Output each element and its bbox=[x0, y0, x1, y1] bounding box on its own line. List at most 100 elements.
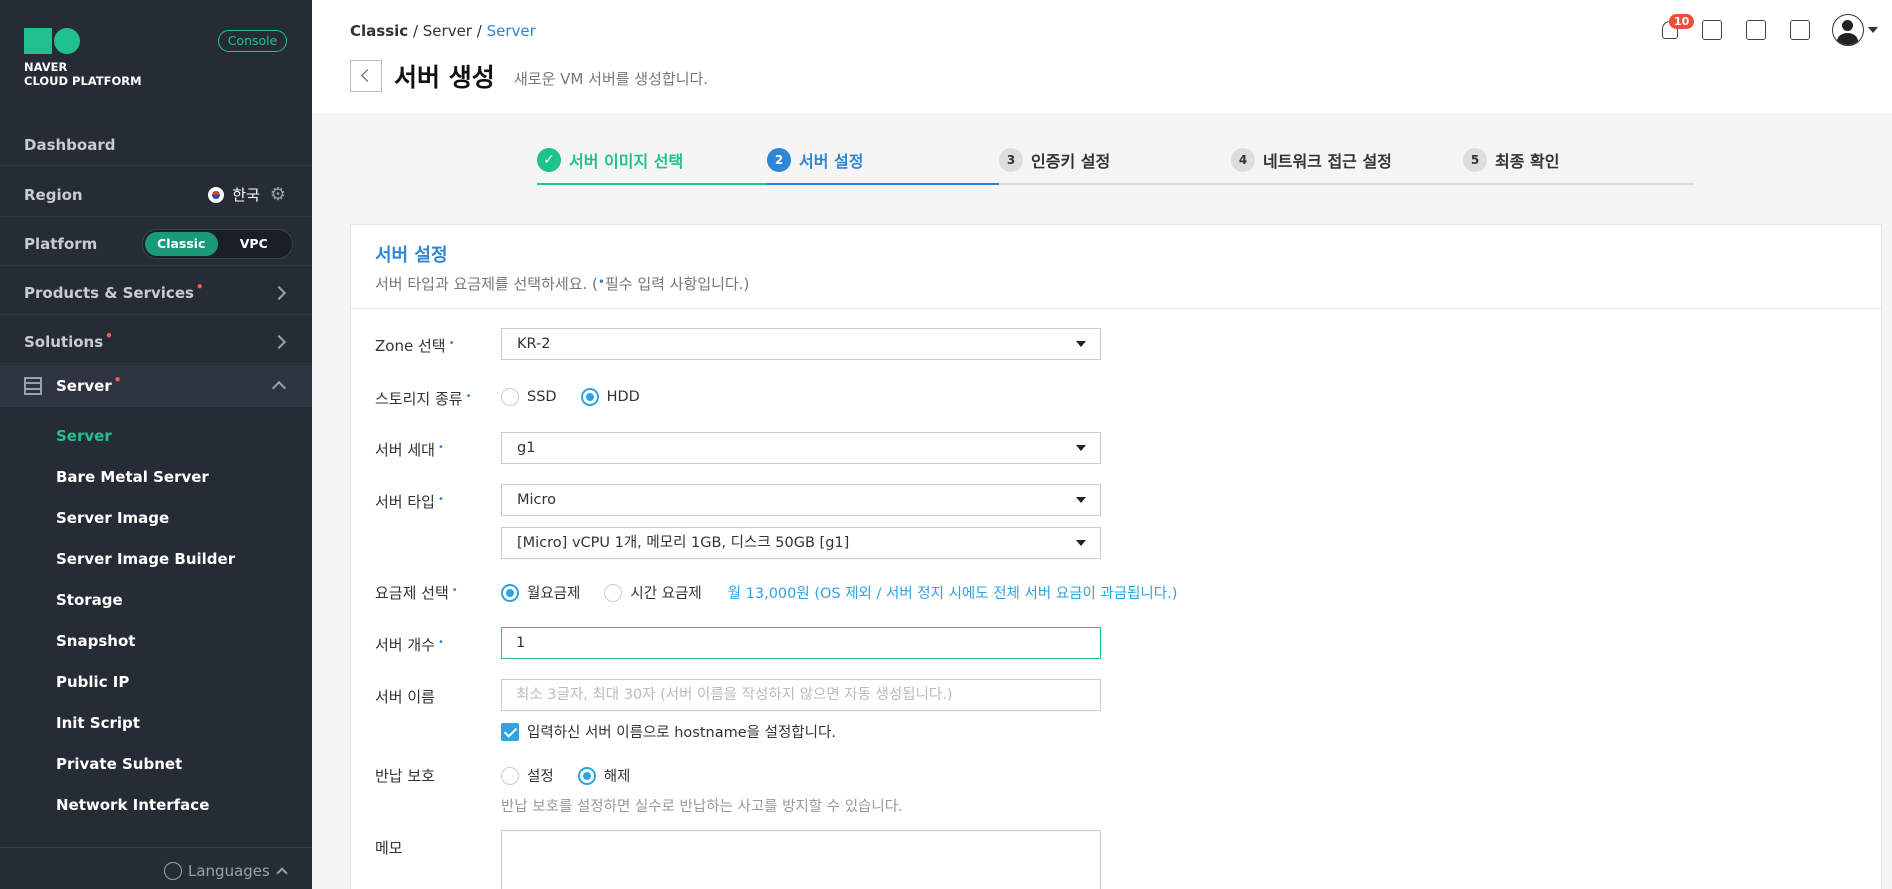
wizard-stepper: ✓ 서버 이미지 선택 2 서버 설정 3 인증키 설정 4 네트워크 접근 설… bbox=[537, 148, 1694, 186]
chevron-up-icon bbox=[276, 867, 288, 879]
sidebar-divider bbox=[0, 847, 312, 848]
nav-dashboard[interactable]: Dashboard bbox=[0, 124, 312, 166]
gear-icon[interactable]: ⚙ bbox=[270, 184, 286, 205]
protection-off-radio[interactable] bbox=[577, 766, 596, 785]
memo-icon[interactable] bbox=[1746, 20, 1766, 40]
step-number: 5 bbox=[1463, 148, 1487, 172]
server-count-label: 서버 개수 • bbox=[375, 636, 444, 654]
server-name-label: 서버 이름 bbox=[375, 688, 435, 706]
storage-hdd-label[interactable]: HDD bbox=[607, 389, 640, 405]
nav-platform: Platform Classic VPC bbox=[0, 222, 312, 266]
zone-select[interactable]: KR-2 bbox=[501, 328, 1101, 360]
server-type-select[interactable]: Micro bbox=[501, 484, 1101, 516]
plan-hourly-radio[interactable] bbox=[604, 583, 623, 602]
protection-on-radio[interactable] bbox=[501, 766, 519, 785]
server-icon bbox=[24, 376, 42, 395]
submenu-snapshot[interactable]: Snapshot bbox=[56, 623, 235, 664]
platform-option-classic[interactable]: Classic bbox=[145, 232, 218, 256]
stepper-progress-done bbox=[537, 183, 767, 185]
step-number: 3 bbox=[999, 148, 1023, 172]
server-generation-label: 서버 세대 • bbox=[375, 441, 444, 459]
platform-label: Platform bbox=[24, 234, 98, 253]
step-server-settings[interactable]: 2 서버 설정 bbox=[767, 148, 863, 172]
hostname-checkbox-row[interactable]: 입력하신 서버 이름으로 hostname을 설정합니다. bbox=[501, 721, 836, 742]
chat-icon[interactable] bbox=[1702, 20, 1722, 40]
submenu-network-interface[interactable]: Network Interface bbox=[56, 787, 235, 828]
korea-flag-icon bbox=[208, 186, 225, 203]
nav-solutions[interactable]: Solutions • bbox=[0, 320, 312, 364]
chevron-up-icon bbox=[271, 380, 287, 396]
memo-textarea[interactable] bbox=[501, 830, 1101, 889]
user-avatar-icon[interactable] bbox=[1832, 14, 1864, 46]
step-final-review[interactable]: 5 최종 확인 bbox=[1463, 148, 1559, 172]
nav-products-label: Products & Services bbox=[24, 283, 194, 302]
new-dot: • bbox=[105, 328, 113, 343]
submenu-init-script[interactable]: Init Script bbox=[56, 705, 235, 746]
logo-line2: CLOUD PLATFORM bbox=[24, 74, 142, 88]
submenu-private-subnet[interactable]: Private Subnet bbox=[56, 746, 235, 787]
storage-type-radio-group: SSD HDD bbox=[501, 388, 664, 406]
step-number: 4 bbox=[1231, 148, 1255, 172]
nav-server-section[interactable]: Server • bbox=[0, 365, 312, 407]
new-dot: • bbox=[113, 372, 122, 387]
submenu-bare-metal-server[interactable]: Bare Metal Server bbox=[56, 459, 235, 500]
storage-ssd-label[interactable]: SSD bbox=[527, 389, 557, 405]
nav-solutions-label: Solutions bbox=[24, 332, 104, 351]
back-button[interactable] bbox=[350, 60, 382, 92]
step-auth-key[interactable]: 3 인증키 설정 bbox=[999, 148, 1110, 172]
caret-down-icon[interactable] bbox=[1868, 27, 1878, 33]
step-network-access[interactable]: 4 네트워크 접근 설정 bbox=[1231, 148, 1392, 172]
plan-monthly-radio[interactable] bbox=[501, 583, 519, 602]
region-selector[interactable]: 한국 ⚙ bbox=[208, 184, 286, 205]
storage-ssd-radio[interactable] bbox=[501, 388, 519, 406]
platform-toggle[interactable]: Classic VPC bbox=[142, 229, 293, 259]
server-generation-select[interactable]: g1 bbox=[501, 432, 1101, 464]
new-dot: • bbox=[195, 279, 204, 294]
region-value: 한국 bbox=[232, 186, 260, 204]
plan-monthly-label[interactable]: 월요금제 bbox=[527, 582, 580, 603]
globe-icon bbox=[164, 862, 182, 880]
storage-type-label: 스토리지 종류 • bbox=[375, 390, 472, 408]
termination-protection-help: 반납 보호를 설정하면 실수로 반납하는 사고를 방지할 수 있습니다. bbox=[501, 799, 903, 815]
nav-products-services[interactable]: Products & Services • bbox=[0, 271, 312, 315]
naver-cloud-logo[interactable]: NAVER CLOUD PLATFORM bbox=[24, 28, 142, 88]
chevron-right-icon bbox=[271, 285, 287, 300]
step-label: 최종 확인 bbox=[1495, 152, 1560, 171]
nav-region: Region 한국 ⚙ bbox=[0, 173, 312, 217]
server-count-input[interactable] bbox=[501, 627, 1101, 659]
termination-protection-radio-group: 설정 해제 bbox=[501, 765, 654, 786]
submenu-server-image[interactable]: Server Image bbox=[56, 500, 235, 541]
submenu-server-image-builder[interactable]: Server Image Builder bbox=[56, 541, 235, 582]
languages-selector[interactable]: Languages bbox=[164, 862, 288, 880]
region-label: Region bbox=[24, 185, 83, 204]
storage-hdd-radio[interactable] bbox=[580, 388, 599, 406]
submenu-public-ip[interactable]: Public IP bbox=[56, 664, 235, 705]
nav-server-label: Server bbox=[56, 376, 112, 395]
server-submenu: Server Bare Metal Server Server Image Se… bbox=[56, 418, 235, 828]
bell-icon[interactable]: 10 bbox=[1662, 14, 1695, 39]
plan-hourly-label[interactable]: 시간 요금제 bbox=[630, 582, 701, 603]
notification-badge: 10 bbox=[1669, 14, 1695, 29]
protection-on-label[interactable]: 설정 bbox=[527, 765, 554, 786]
plan-radio-group: 월요금제 시간 요금제 월 13,000원 (OS 제외 / 서버 정지 시에도… bbox=[501, 582, 1177, 603]
server-name-input[interactable] bbox=[501, 679, 1101, 711]
termination-protection-label: 반납 보호 bbox=[375, 767, 435, 785]
submenu-storage[interactable]: Storage bbox=[56, 582, 235, 623]
hostname-checkbox[interactable] bbox=[501, 722, 519, 741]
info-book-icon[interactable] bbox=[1790, 20, 1810, 40]
server-type-label: 서버 타입 • bbox=[375, 493, 444, 511]
hostname-checkbox-label[interactable]: 입력하신 서버 이름으로 hostname을 설정합니다. bbox=[527, 721, 836, 742]
protection-off-label[interactable]: 해제 bbox=[604, 765, 631, 786]
breadcrumb-item[interactable]: Server bbox=[423, 22, 472, 40]
server-spec-select[interactable]: [Micro] vCPU 1개, 메모리 1GB, 디스크 50GB [g1] bbox=[501, 527, 1101, 559]
zone-label: Zone 선택 • bbox=[375, 337, 455, 355]
console-button[interactable]: Console bbox=[218, 30, 287, 52]
submenu-server[interactable]: Server bbox=[56, 418, 235, 459]
step-server-image[interactable]: ✓ 서버 이미지 선택 bbox=[537, 148, 683, 172]
panel-header: 서버 설정 서버 타입과 요금제를 선택하세요. (•필수 입력 사항입니다.) bbox=[351, 225, 1881, 309]
breadcrumb-item[interactable]: Classic bbox=[350, 22, 408, 40]
platform-option-vpc[interactable]: VPC bbox=[218, 232, 291, 256]
page-title: 서버 생성 bbox=[394, 63, 495, 92]
nav-dashboard-label: Dashboard bbox=[24, 135, 116, 154]
required-dot-icon: • bbox=[597, 275, 605, 289]
